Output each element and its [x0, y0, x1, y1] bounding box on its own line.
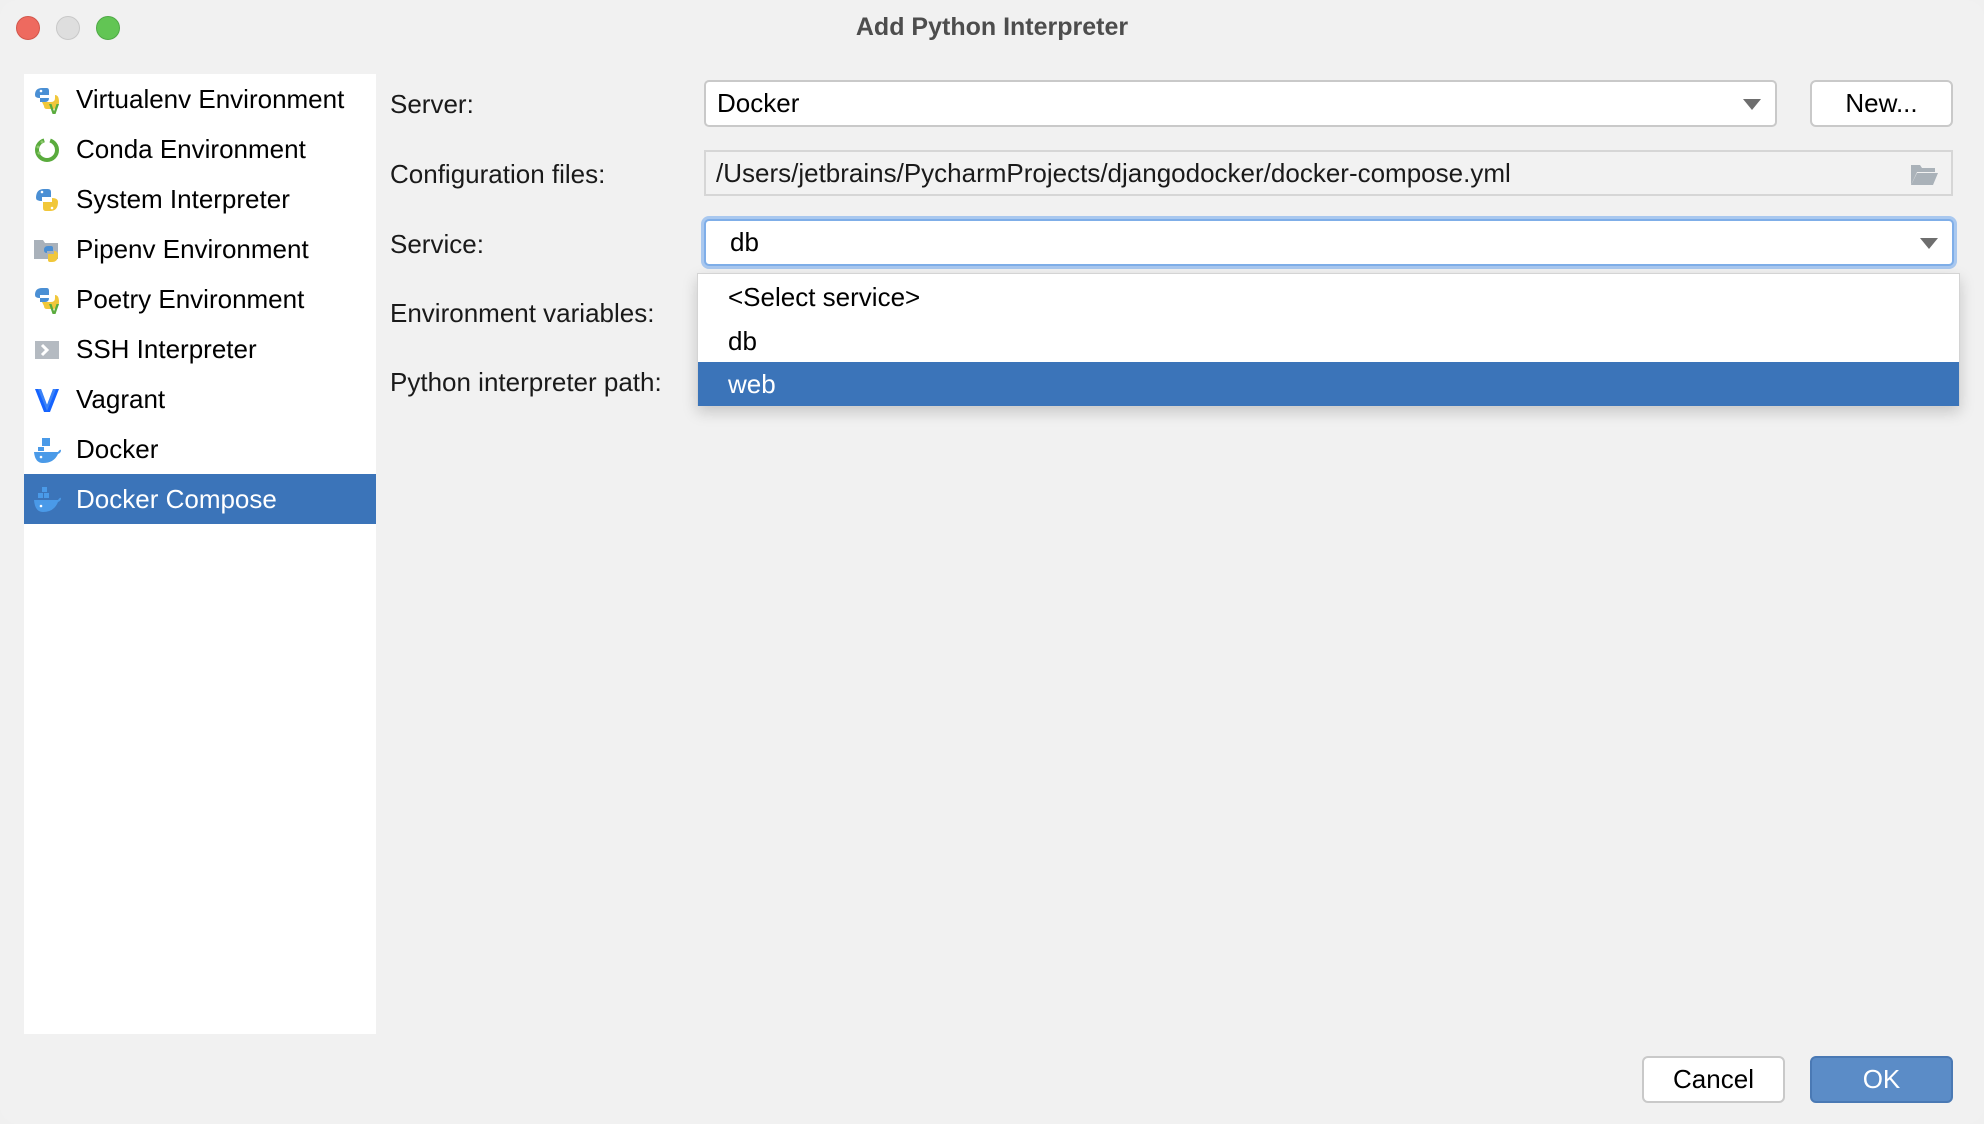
- sidebar-item-label: System Interpreter: [76, 184, 290, 214]
- virtualenv-icon: V: [35, 88, 59, 115]
- sidebar-item-label: Conda Environment: [76, 134, 306, 164]
- docker-icon: [34, 438, 61, 463]
- chevron-down-icon: [1743, 98, 1761, 110]
- environment-variables-label: Environment variables:: [390, 298, 655, 328]
- service-option-web[interactable]: web: [698, 362, 1959, 406]
- sidebar-item-docker[interactable]: Docker: [24, 424, 376, 474]
- sidebar-item-docker-compose[interactable]: Docker Compose: [24, 474, 376, 524]
- sidebar-item-conda[interactable]: Conda Environment: [24, 124, 376, 174]
- vagrant-icon: [35, 389, 59, 412]
- svg-text:V: V: [49, 303, 59, 315]
- python-interpreter-path-label: Python interpreter path:: [390, 367, 662, 397]
- conda-icon: [35, 138, 59, 162]
- service-dropdown-list: <Select service> db web: [697, 273, 1960, 406]
- sidebar-item-poetry[interactable]: V Poetry Environment: [24, 274, 376, 324]
- service-label: Service:: [390, 229, 484, 259]
- svg-text:V: V: [49, 103, 59, 115]
- sidebar-item-label: Pipenv Environment: [76, 234, 309, 264]
- folder-open-icon[interactable]: [1909, 163, 1939, 187]
- sidebar-item-label: Docker Compose: [76, 484, 277, 514]
- sidebar-item-system-interpreter[interactable]: System Interpreter: [24, 174, 376, 224]
- docker-compose-icon: [34, 487, 61, 512]
- sidebar-item-label: Poetry Environment: [76, 284, 305, 314]
- add-python-interpreter-dialog: Add Python Interpreter V Virtualenv Envi…: [0, 0, 1984, 1124]
- ssh-icon: [35, 341, 59, 359]
- sidebar-item-label: SSH Interpreter: [76, 334, 257, 364]
- service-option-db[interactable]: db: [698, 319, 1959, 363]
- poetry-icon: V: [35, 288, 59, 315]
- dialog-title: Add Python Interpreter: [855, 13, 1129, 41]
- sidebar-item-label: Virtualenv Environment: [76, 84, 345, 114]
- service-value: db: [730, 227, 759, 257]
- sidebar-item-virtualenv[interactable]: V Virtualenv Environment: [24, 74, 376, 124]
- sidebar-item-vagrant[interactable]: Vagrant: [24, 374, 376, 424]
- server-combobox[interactable]: Docker: [704, 80, 1777, 127]
- configuration-files-value: /Users/jetbrains/PycharmProjects/djangod…: [716, 157, 1511, 188]
- interpreter-type-list: V Virtualenv Environment Conda Environme…: [24, 74, 376, 1034]
- sidebar-item-label: Docker: [76, 434, 159, 464]
- configuration-files-field[interactable]: /Users/jetbrains/PycharmProjects/djangod…: [704, 150, 1953, 196]
- chevron-down-icon: [1920, 237, 1938, 249]
- server-value: Docker: [717, 88, 800, 118]
- sidebar-item-label: Vagrant: [76, 384, 166, 414]
- service-combobox[interactable]: db: [704, 219, 1954, 266]
- python-icon: [36, 189, 58, 211]
- pipenv-icon: [34, 240, 58, 262]
- configuration-files-label: Configuration files:: [390, 159, 606, 189]
- new-server-button[interactable]: New...: [1810, 80, 1953, 127]
- ok-button[interactable]: OK: [1810, 1056, 1953, 1103]
- server-label: Server:: [390, 89, 474, 119]
- service-option-select[interactable]: <Select service>: [698, 275, 1959, 319]
- sidebar-item-ssh[interactable]: SSH Interpreter: [24, 324, 376, 374]
- cancel-button[interactable]: Cancel: [1642, 1056, 1785, 1103]
- sidebar-item-pipenv[interactable]: Pipenv Environment: [24, 224, 376, 274]
